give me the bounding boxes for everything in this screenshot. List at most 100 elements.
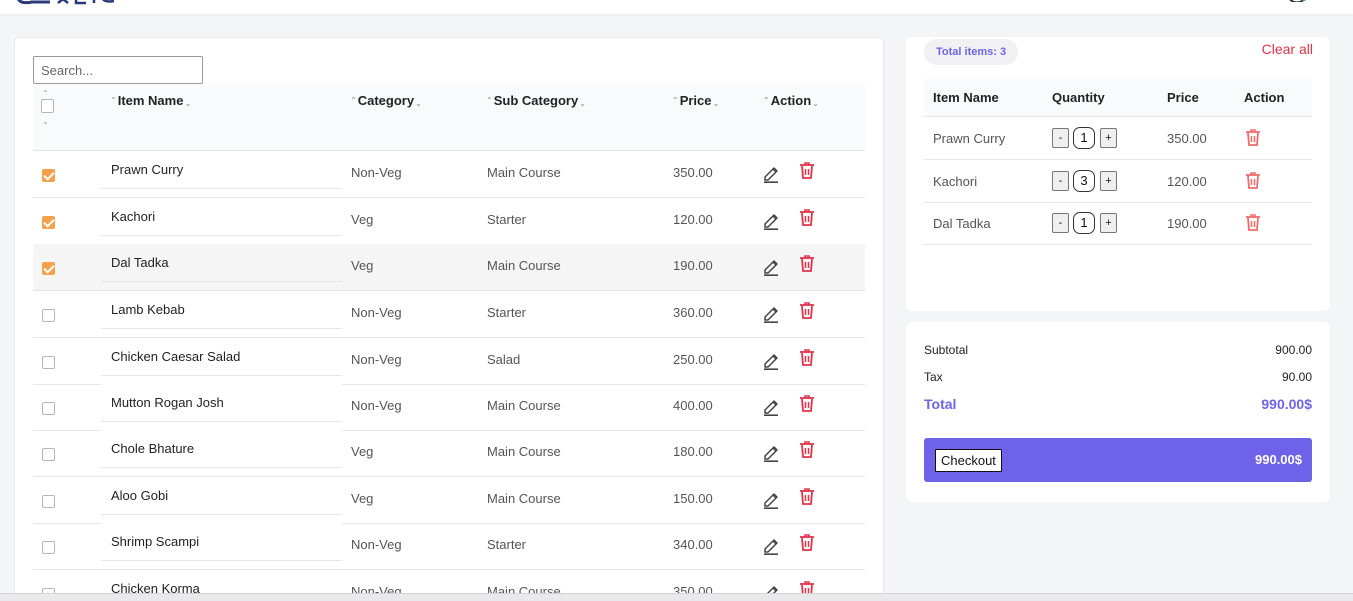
sort-up-icon: ⌃ [110, 96, 117, 105]
row-checkbox[interactable] [42, 495, 55, 508]
delete-icon[interactable] [799, 394, 815, 413]
edit-icon[interactable] [762, 303, 780, 323]
item-name: Chole Bhature [111, 441, 195, 456]
total-items-badge: Total items: 3 [924, 39, 1019, 65]
item-sub-category: Main Course [487, 165, 561, 180]
remove-item-icon[interactable] [1245, 128, 1261, 146]
table-row[interactable]: Kachori Veg Starter 120.00 [33, 198, 865, 245]
column-header-action[interactable]: ⌃ Action ⌄ [763, 93, 819, 109]
cart-column-quantity: Quantity [1052, 90, 1105, 105]
row-checkbox[interactable] [42, 169, 55, 182]
edit-icon[interactable] [762, 489, 780, 509]
item-price: 150.00 [673, 491, 713, 506]
checkout-button[interactable]: Checkout [935, 449, 1002, 472]
item-sub-category: Starter [487, 537, 527, 552]
total-value: 990.00$ [1261, 396, 1312, 412]
bottom-bar [0, 593, 1353, 601]
delete-icon[interactable] [799, 161, 815, 180]
remove-item-icon[interactable] [1245, 213, 1261, 231]
edit-icon[interactable] [762, 442, 780, 462]
avatar-icon[interactable] [1287, 0, 1307, 2]
select-all-checkbox[interactable] [41, 99, 54, 113]
tax-label: Tax [924, 370, 943, 384]
subtotal-row: Subtotal 900.00 [924, 343, 1312, 357]
edit-icon[interactable] [762, 535, 780, 555]
checkout-bar: Checkout 990.00$ [924, 438, 1312, 482]
delete-icon[interactable] [799, 254, 815, 273]
increase-quantity-button[interactable]: + [1100, 171, 1117, 191]
column-header-sub-category[interactable]: ⌃ Sub Category ⌄ [486, 93, 586, 109]
column-header-price[interactable]: ⌃ Price ⌄ [672, 93, 719, 109]
table-row[interactable]: Prawn Curry Non-Veg Main Course 350.00 [33, 151, 865, 198]
logo-icon [17, 0, 115, 5]
edit-icon[interactable] [762, 256, 780, 276]
cart-item-price: 350.00 [1167, 131, 1207, 146]
item-category: Non-Veg [351, 398, 402, 413]
row-checkbox[interactable] [42, 356, 55, 369]
decrease-quantity-button[interactable]: - [1052, 171, 1069, 191]
table-header: ⌃ ⌄ ⌃ Item Name ⌄ ⌃ Category ⌄ ⌃ Sub Cat… [33, 85, 865, 151]
item-sub-category: Main Course [487, 398, 561, 413]
delete-icon[interactable] [799, 533, 815, 552]
item-name-cell: Mutton Rogan Josh [101, 384, 342, 422]
sort-down-icon: ⌄ [579, 99, 586, 108]
increase-quantity-button[interactable]: + [1100, 128, 1117, 148]
column-header-category[interactable]: ⌃ Category ⌄ [350, 93, 422, 109]
delete-icon[interactable] [799, 301, 815, 320]
row-checkbox[interactable] [42, 448, 55, 461]
item-sub-category: Starter [487, 212, 527, 227]
remove-item-icon[interactable] [1245, 171, 1261, 189]
table-row[interactable]: Lamb Kebab Non-Veg Starter 360.00 [33, 291, 865, 338]
item-name: Lamb Kebab [111, 302, 185, 317]
item-sub-category: Main Course [487, 491, 561, 506]
sort-up-icon: ⌃ [350, 96, 357, 105]
row-checkbox[interactable] [42, 402, 55, 415]
edit-icon[interactable] [762, 210, 780, 230]
delete-icon[interactable] [799, 440, 815, 459]
delete-icon[interactable] [799, 348, 815, 367]
item-name-cell: Dal Tadka [101, 244, 342, 282]
cart-item-name: Kachori [933, 174, 978, 189]
edit-icon[interactable] [762, 396, 780, 416]
cart-column-action: Action [1244, 90, 1285, 105]
table-row[interactable]: Chicken Caesar Salad Non-Veg Salad 250.00 [33, 338, 865, 385]
item-price: 360.00 [673, 305, 713, 320]
table-row[interactable]: Dal Tadka Veg Main Course 190.00 [33, 244, 865, 291]
table-row[interactable]: Shrimp Scampi Non-Veg Starter 340.00 [33, 523, 865, 570]
item-sub-category: Main Course [487, 258, 561, 273]
edit-icon[interactable] [762, 163, 780, 183]
item-name-cell: Lamb Kebab [101, 291, 342, 329]
table-row[interactable]: Chole Bhature Veg Main Course 180.00 [33, 430, 865, 477]
decrease-quantity-button[interactable]: - [1052, 128, 1069, 148]
table-row[interactable]: Aloo Gobi Veg Main Course 150.00 [33, 477, 865, 524]
increase-quantity-button[interactable]: + [1100, 213, 1117, 233]
item-name-cell: Shrimp Scampi [101, 523, 342, 561]
item-category: Non-Veg [351, 352, 402, 367]
item-price: 250.00 [673, 352, 713, 367]
item-category: Veg [351, 212, 374, 227]
edit-icon[interactable] [762, 350, 780, 370]
item-name: Aloo Gobi [111, 488, 169, 503]
table-row[interactable]: Mutton Rogan Josh Non-Veg Main Course 400.0… [33, 384, 865, 431]
item-sub-category: Salad [487, 352, 521, 367]
item-name: Prawn Curry [111, 162, 184, 177]
row-checkbox[interactable] [42, 216, 55, 229]
quantity-value: 3 [1073, 170, 1095, 192]
row-checkbox[interactable] [42, 262, 55, 275]
sort-down-icon[interactable]: ⌄ [42, 117, 49, 126]
decrease-quantity-button[interactable]: - [1052, 213, 1069, 233]
item-name-cell: Chole Bhature [101, 430, 342, 468]
column-header-item-name[interactable]: ⌃ Item Name ⌄ [110, 93, 191, 109]
cart-row: Kachori -3 +120.00 [924, 160, 1312, 203]
sort-down-icon: ⌄ [415, 99, 422, 108]
clear-all-button[interactable]: Clear all [1262, 41, 1313, 57]
delete-icon[interactable] [799, 487, 815, 506]
delete-icon[interactable] [799, 208, 815, 227]
item-name: Shrimp Scampi [111, 534, 200, 549]
total-row: Total 990.00$ [924, 396, 1312, 412]
row-checkbox[interactable] [42, 541, 55, 554]
cart-item-price: 190.00 [1167, 216, 1207, 231]
search-input[interactable] [33, 56, 203, 84]
sort-up-icon[interactable]: ⌃ [42, 89, 49, 98]
row-checkbox[interactable] [42, 309, 55, 322]
